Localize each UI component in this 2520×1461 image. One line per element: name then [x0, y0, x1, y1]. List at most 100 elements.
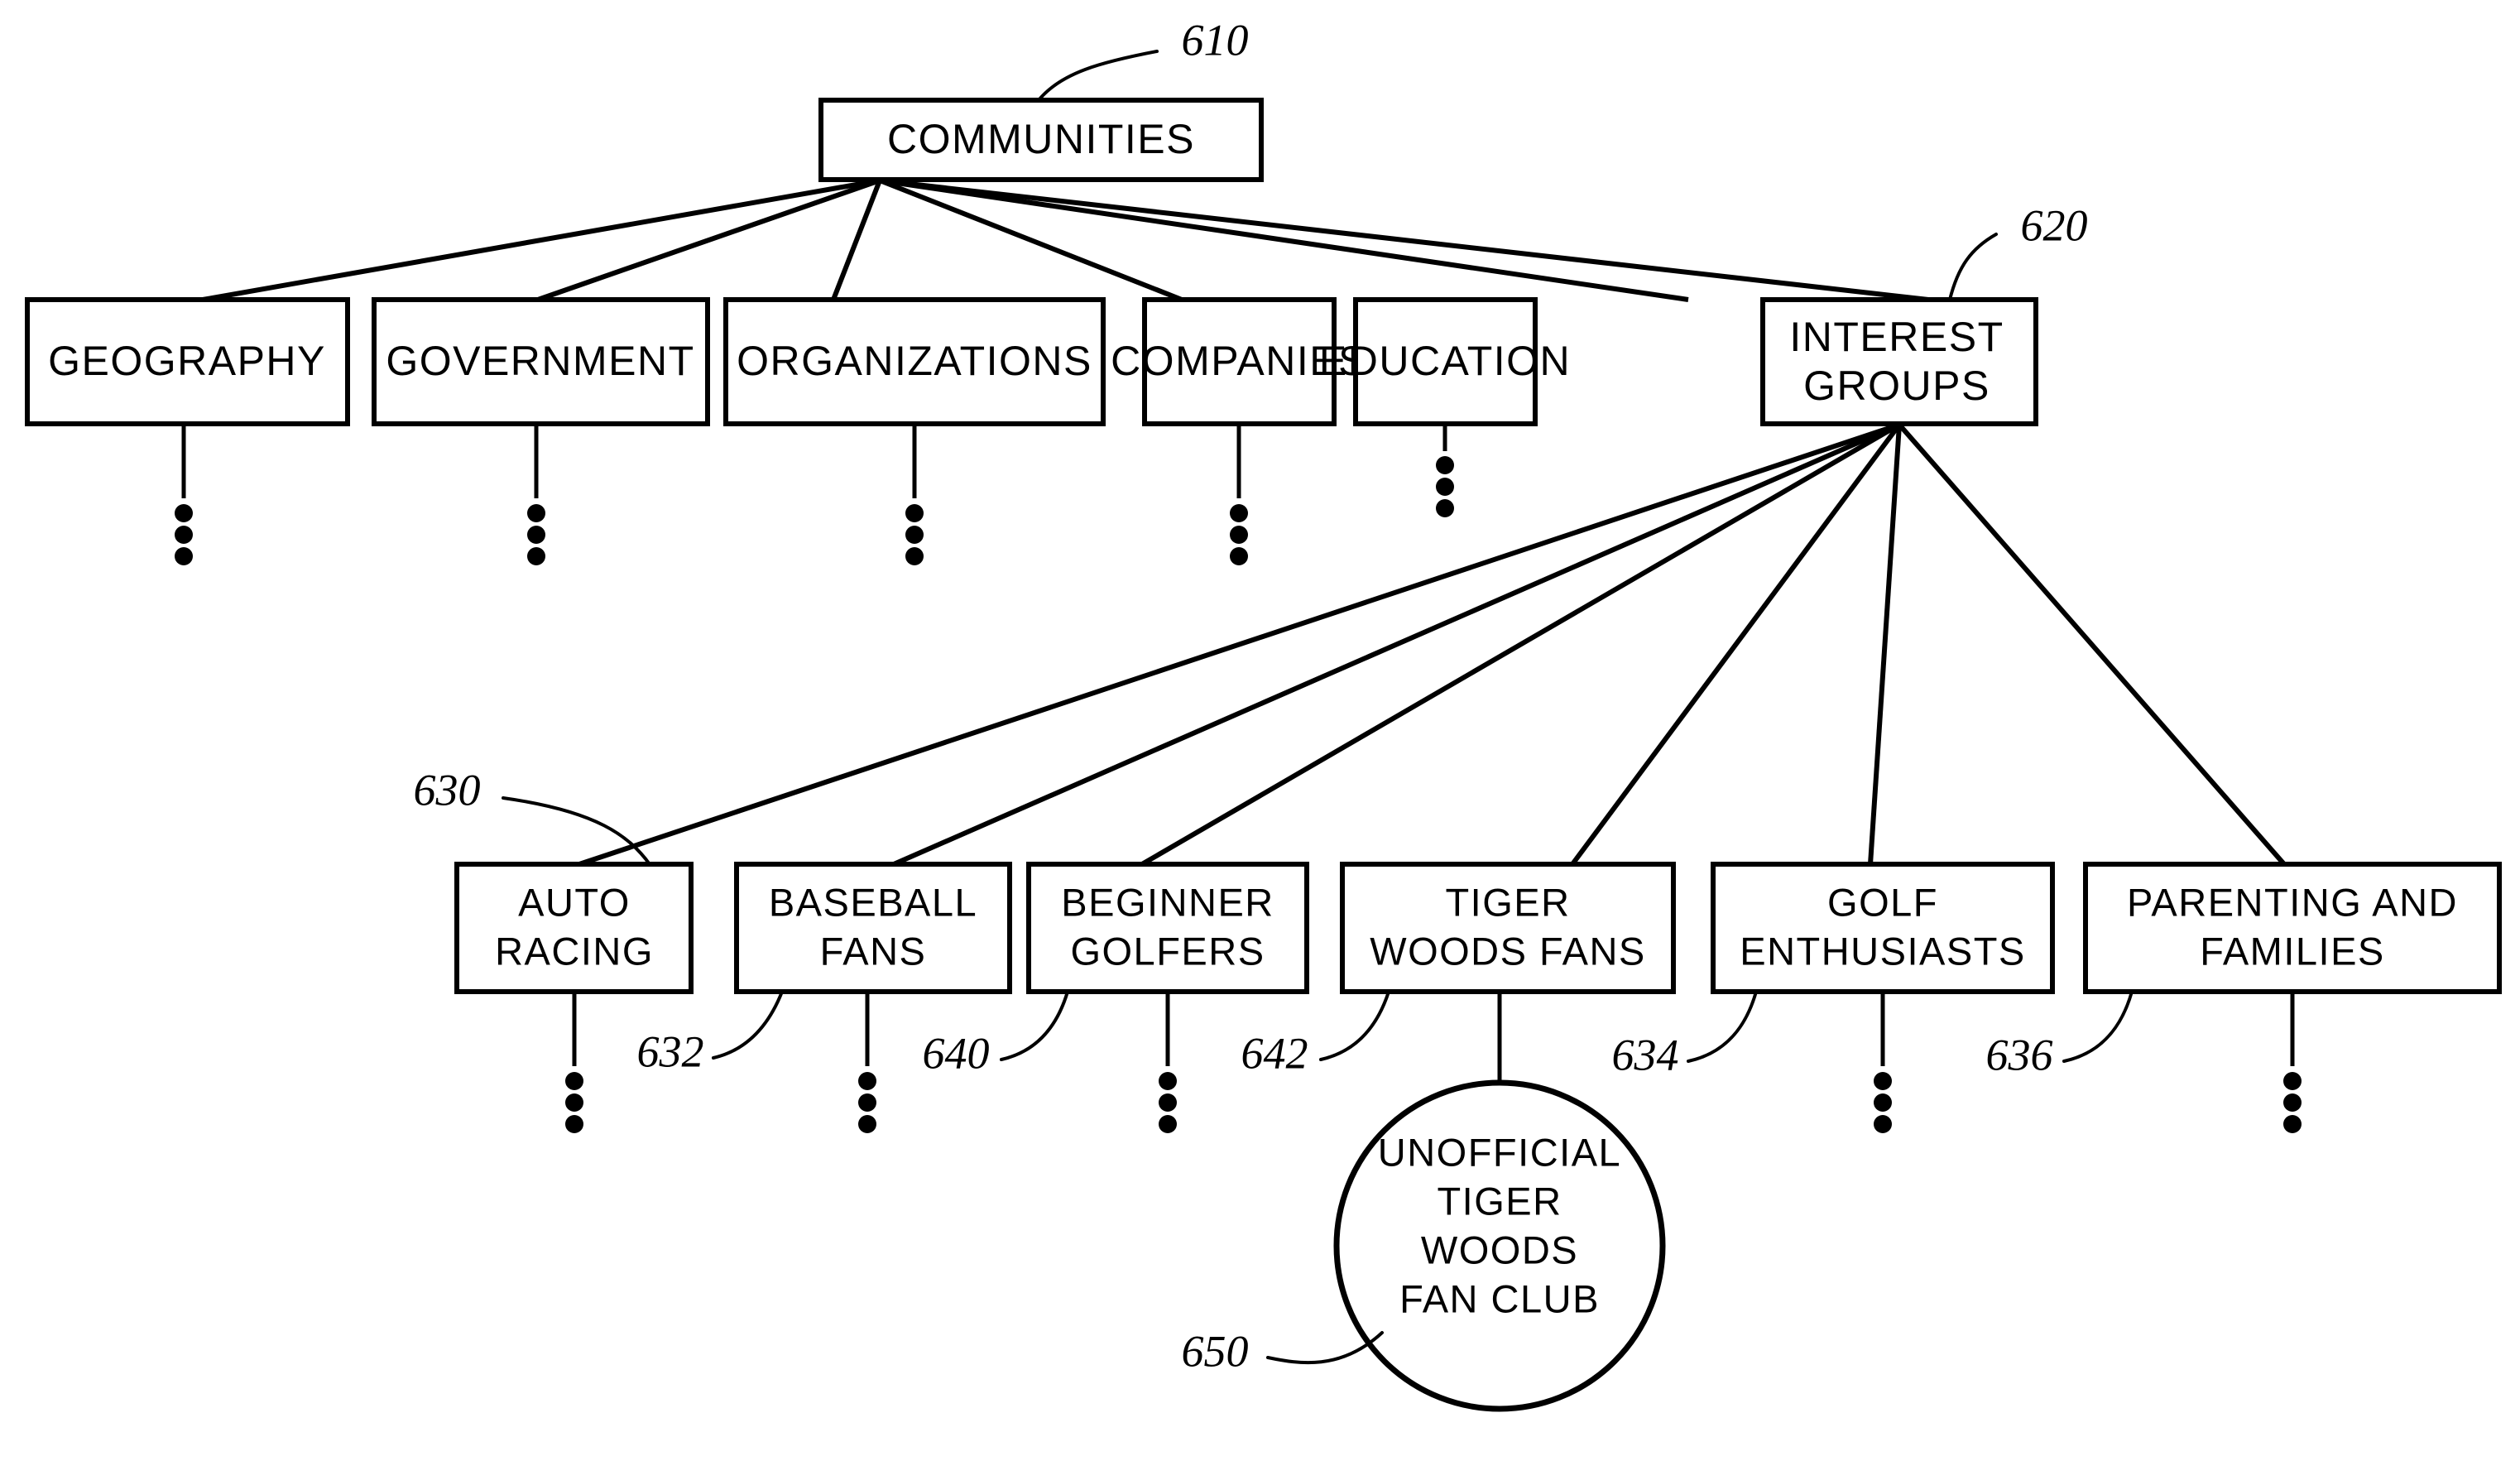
leader-640 — [1000, 990, 1069, 1061]
tiger-woods-fans-label-line2: WOODS FANS — [1370, 929, 1646, 973]
node-golf-enthusiasts[interactable]: GOLF ENTHUSIASTS — [1711, 862, 2055, 994]
node-education[interactable]: EDUCATION — [1319, 297, 1571, 426]
node-interest-groups[interactable]: INTEREST GROUPS — [1760, 297, 2038, 426]
ref-label-620: 620 — [2021, 200, 2088, 250]
leader-636 — [2062, 990, 2134, 1063]
ellipsis-dot — [2283, 1093, 2302, 1112]
edges-interest-to-level3 — [578, 422, 2287, 867]
continuation-geography — [175, 424, 193, 565]
ref-callout-634: 634 — [1612, 990, 1758, 1079]
leader-610 — [1037, 50, 1159, 102]
ellipsis-dot — [1874, 1093, 1892, 1112]
ellipsis-dot — [1230, 526, 1248, 544]
ref-callout-636: 636 — [1986, 990, 2134, 1079]
node-parenting-and-families[interactable]: PARENTING AND FAMILIES — [2083, 862, 2502, 994]
ellipsis-dot — [565, 1072, 583, 1090]
edge-communities-government — [537, 178, 881, 302]
golf-enthusiasts-label-line1: GOLF — [1827, 880, 1938, 924]
auto-racing-label-line2: RACING — [495, 929, 654, 973]
ellipsis-dot — [1874, 1115, 1892, 1133]
node-government[interactable]: GOVERNMENT — [372, 297, 710, 426]
node-unofficial-tiger-woods-fan-club[interactable]: UNOFFICIAL TIGER WOODS FAN CLUB — [1333, 1079, 1666, 1412]
ellipsis-dot — [527, 526, 545, 544]
auto-racing-label-line1: AUTO — [518, 880, 631, 924]
fan-club-label-line4: FAN CLUB — [1399, 1276, 1600, 1320]
ellipsis-dot — [565, 1115, 583, 1133]
education-label: EDUCATION — [1319, 338, 1571, 384]
communities-label: COMMUNITIES — [887, 116, 1195, 162]
ref-label-634: 634 — [1612, 1030, 1679, 1079]
continuation-auto-racing — [565, 992, 583, 1133]
beginner-golfers-label-line1: BEGINNER — [1061, 880, 1274, 924]
continuation-companies — [1230, 424, 1248, 565]
parenting-and-families-label-line1: PARENTING AND — [2127, 880, 2458, 924]
ref-callout-640: 640 — [923, 990, 1069, 1078]
ref-callout-650: 650 — [1182, 1326, 1384, 1376]
baseball-fans-label-line2: FANS — [820, 929, 927, 973]
ref-label-642: 642 — [1241, 1028, 1308, 1078]
node-geography[interactable]: GEOGRAPHY — [25, 297, 350, 426]
ref-callout-630: 630 — [414, 765, 651, 866]
ref-callout-642: 642 — [1241, 990, 1390, 1078]
ellipsis-dot — [858, 1115, 876, 1133]
continuation-golf-enthusiasts — [1874, 992, 1892, 1133]
ellipsis-dot — [527, 547, 545, 565]
ref-label-650: 650 — [1182, 1326, 1249, 1376]
ellipsis-dot — [1436, 456, 1454, 474]
edge-interest-parenting — [1897, 423, 2287, 866]
ref-label-640: 640 — [923, 1028, 990, 1078]
continuation-beginner-golfers — [1159, 992, 1177, 1133]
organizations-label: ORGANIZATIONS — [737, 338, 1092, 384]
interest-groups-label-line2: GROUPS — [1803, 363, 1990, 409]
ellipsis-dot — [858, 1093, 876, 1112]
ellipsis-dot — [1436, 478, 1454, 496]
leader-632 — [712, 990, 784, 1060]
leader-634 — [1687, 990, 1758, 1063]
diagram-canvas: COMMUNITIES 610 GEOGRAPHY GOVERNMENT ORG… — [25, 15, 2502, 1412]
ellipsis-dot — [858, 1072, 876, 1090]
node-tiger-woods-fans[interactable]: TIGER WOODS FANS — [1340, 862, 1676, 994]
edges-root-to-level2 — [202, 178, 1929, 302]
ellipsis-dot — [1436, 499, 1454, 517]
ref-label-632: 632 — [637, 1026, 704, 1076]
government-label: GOVERNMENT — [386, 338, 694, 384]
ellipsis-dot — [1159, 1072, 1177, 1090]
ellipsis-dot — [1159, 1115, 1177, 1133]
node-baseball-fans[interactable]: BASEBALL FANS — [734, 862, 1012, 994]
fan-club-label-line3: WOODS — [1421, 1228, 1578, 1271]
ellipsis-dot — [905, 547, 924, 565]
ellipsis-dot — [175, 504, 193, 522]
ellipsis-dot — [2283, 1115, 2302, 1133]
fan-club-label-line1: UNOFFICIAL — [1378, 1130, 1621, 1174]
interest-groups-label-line1: INTEREST — [1789, 314, 2004, 360]
ref-callout-610: 610 — [1037, 15, 1249, 102]
edge-communities-organizations — [831, 179, 882, 301]
continuation-baseball-fans — [858, 992, 876, 1133]
leader-642 — [1319, 990, 1390, 1061]
ellipsis-dot — [175, 547, 193, 565]
leader-630 — [502, 796, 651, 866]
edge-interest-baseball-fans — [892, 422, 1901, 867]
golf-enthusiasts-label-line2: ENTHUSIASTS — [1740, 929, 2026, 973]
ref-label-636: 636 — [1986, 1030, 2053, 1079]
ellipsis-dot — [175, 526, 193, 544]
ellipsis-dot — [565, 1093, 583, 1112]
fan-club-label-line2: TIGER — [1437, 1179, 1562, 1223]
ellipsis-dot — [527, 504, 545, 522]
ellipsis-dot — [1230, 504, 1248, 522]
ellipsis-dot — [1874, 1072, 1892, 1090]
node-auto-racing[interactable]: AUTO RACING — [454, 862, 694, 994]
ref-label-630: 630 — [414, 765, 481, 815]
edge-interest-golf-enthusiasts — [1868, 424, 1902, 865]
node-organizations[interactable]: ORGANIZATIONS — [723, 297, 1106, 426]
node-communities[interactable]: COMMUNITIES — [818, 98, 1264, 182]
node-beginner-golfers[interactable]: BEGINNER GOLFERS — [1026, 862, 1309, 994]
ellipsis-dot — [905, 504, 924, 522]
ellipsis-dot — [1159, 1093, 1177, 1112]
continuation-government — [527, 424, 545, 565]
continuation-organizations — [905, 424, 924, 565]
parenting-and-families-label-line2: FAMILIES — [2200, 929, 2385, 973]
continuation-education — [1436, 424, 1454, 517]
ref-callout-620: 620 — [1948, 200, 2088, 301]
edge-interest-beginner-golfers — [1140, 422, 1901, 867]
